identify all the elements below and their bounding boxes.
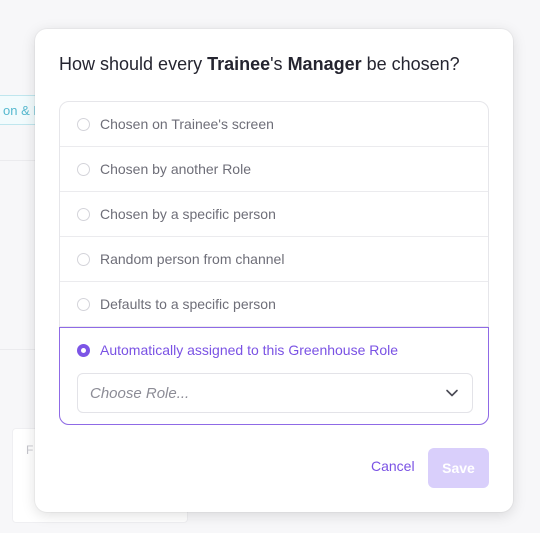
- radio-dot: [81, 347, 86, 353]
- background-divider: [0, 349, 36, 350]
- option-random-person[interactable]: Random person from channel: [60, 237, 488, 282]
- background-card-letter: F: [26, 443, 34, 457]
- radio-button-selected[interactable]: [77, 343, 90, 357]
- option-list: Chosen on Trainee's screen Chosen by ano…: [59, 101, 489, 425]
- option-label: Chosen by a specific person: [100, 206, 276, 222]
- cancel-button[interactable]: Cancel: [371, 458, 415, 474]
- option-label: Defaults to a specific person: [100, 296, 276, 312]
- radio-button[interactable]: [77, 117, 90, 131]
- option-label: Chosen by another Role: [100, 161, 251, 177]
- option-trainee-screen[interactable]: Chosen on Trainee's screen: [60, 102, 488, 147]
- option-greenhouse-role: Automatically assigned to this Greenhous…: [59, 327, 489, 425]
- radio-button[interactable]: [77, 252, 90, 266]
- option-specific-person[interactable]: Chosen by a specific person: [60, 192, 488, 237]
- role-select-placeholder: Choose Role...: [90, 384, 190, 402]
- role-select[interactable]: Choose Role...: [77, 373, 473, 413]
- option-label: Random person from channel: [100, 251, 285, 267]
- option-greenhouse-role-row[interactable]: Automatically assigned to this Greenhous…: [77, 341, 472, 359]
- chevron-down-icon: [446, 389, 458, 397]
- radio-button[interactable]: [77, 207, 90, 221]
- title-role-manager: Manager: [287, 54, 362, 74]
- title-prefix: How should every: [59, 54, 208, 74]
- option-label: Chosen on Trainee's screen: [100, 116, 274, 132]
- background-divider: [0, 160, 36, 161]
- title-role-trainee: Trainee: [207, 54, 271, 74]
- save-button[interactable]: Save: [428, 448, 489, 488]
- radio-button[interactable]: [77, 162, 90, 176]
- dialog-title: How should every Trainee's Manager be ch…: [59, 53, 460, 75]
- option-label: Automatically assigned to this Greenhous…: [100, 342, 399, 358]
- manager-selection-dialog: How should every Trainee's Manager be ch…: [35, 29, 513, 512]
- option-another-role[interactable]: Chosen by another Role: [60, 147, 488, 192]
- radio-button[interactable]: [77, 297, 90, 311]
- title-middle: 's: [270, 54, 288, 74]
- title-suffix: be chosen?: [361, 54, 460, 74]
- option-defaults-person[interactable]: Defaults to a specific person: [60, 282, 488, 327]
